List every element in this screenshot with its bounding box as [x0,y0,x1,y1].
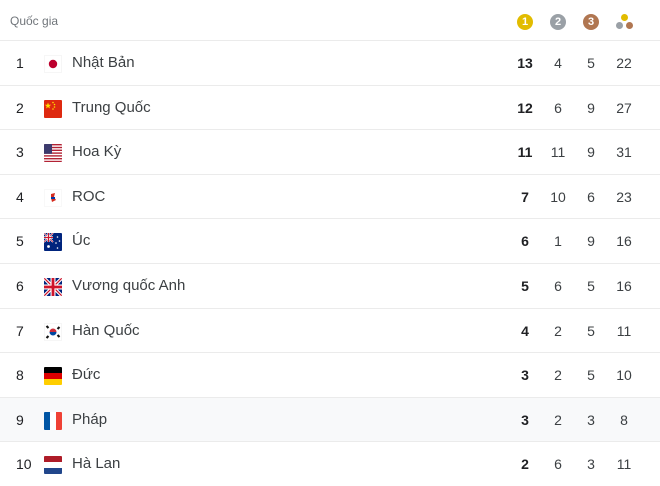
silver-medal-icon: 2 [550,14,566,30]
silver-count: 6 [554,99,562,116]
total-count: 22 [616,55,632,71]
total-count: 11 [616,456,632,473]
total-count: 31 [616,144,632,161]
table-row[interactable]: 1 Nhật Bản 13 4 5 22 [0,40,660,85]
japan-flag-icon [44,55,62,73]
country-name[interactable]: ROC [72,188,105,205]
bronze-count: 3 [587,411,595,428]
country-name[interactable]: Vương quốc Anh [72,277,185,294]
medal-rows: 1 Nhật Bản 13 4 5 22 2 Trung Quốc 12 6 9… [0,40,660,486]
table-row[interactable]: 2 Trung Quốc 12 6 9 27 [0,84,660,130]
gold-count: 7 [521,188,529,205]
silver-count: 6 [554,456,562,473]
table-row[interactable]: 10 Hà Lan 2 6 3 11 [0,441,660,486]
silver-count: 2 [554,322,562,339]
silver-count: 11 [550,144,566,161]
total-count: 23 [616,188,632,205]
country-name[interactable]: Hà Lan [72,455,120,472]
gold-count: 5 [521,277,529,294]
country-column-header: Quốc gia [10,14,59,28]
bronze-count: 5 [587,367,595,384]
total-count: 11 [616,322,632,339]
country-name[interactable]: Hàn Quốc [72,322,140,339]
china-flag-icon [44,99,62,118]
country-name[interactable]: Pháp [72,411,107,428]
table-row[interactable]: 6 Vương quốc Anh 5 6 5 16 [0,262,660,308]
uk-flag-icon [44,277,62,296]
rank: 1 [16,55,24,71]
silver-count: 4 [554,55,562,71]
usa-flag-icon [44,144,62,163]
silver-count: 2 [554,367,562,384]
total-count: 10 [616,367,632,384]
total-count: 16 [616,233,632,250]
south-korea-flag-icon [44,322,62,341]
country-name[interactable]: Nhật Bản [72,54,135,71]
rank: 4 [16,188,24,205]
rank: 5 [16,233,24,250]
gold-count: 3 [521,411,529,428]
rank: 3 [16,144,24,161]
total-count: 27 [616,99,632,116]
silver-count: 10 [550,188,566,205]
gold-count: 3 [521,367,529,384]
country-name[interactable]: Trung Quốc [72,99,151,116]
bronze-count: 9 [587,99,595,116]
bronze-count: 5 [587,277,595,294]
bronze-count: 9 [587,144,595,161]
table-row[interactable]: 5 Úc 6 1 9 16 [0,218,660,263]
table-row[interactable]: 4 ROC 7 10 6 23 [0,173,660,219]
country-name[interactable]: Đức [72,366,100,383]
silver-count: 2 [554,411,562,428]
rank: 9 [16,411,24,428]
table-row[interactable]: 9 Pháp 3 2 3 8 [0,396,660,442]
silver-count: 6 [554,277,562,294]
table-row[interactable]: 3 Hoa Kỳ 11 11 9 31 [0,129,660,174]
rank: 2 [16,99,24,116]
gold-count: 11 [517,144,533,161]
bronze-count: 5 [587,55,595,71]
table-row[interactable]: 8 Đức 3 2 5 10 [0,352,660,397]
country-name[interactable]: Hoa Kỳ [72,143,121,160]
rank: 10 [16,456,32,473]
gold-count: 4 [521,322,529,339]
rank: 7 [16,322,24,339]
country-name[interactable]: Úc [72,232,90,249]
bronze-count: 3 [587,456,595,473]
bronze-count: 5 [587,322,595,339]
total-medals-icon [616,14,634,32]
bronze-medal-icon: 3 [583,14,599,30]
gold-count: 12 [517,99,533,116]
rank: 8 [16,367,24,384]
gold-count: 6 [521,233,529,250]
france-flag-icon [44,411,62,430]
gold-count: 13 [517,55,533,71]
australia-flag-icon [44,233,62,252]
medal-table: Quốc gia 1 2 3 1 Nhật Bản 13 4 5 22 2 Tr… [0,0,660,475]
gold-count: 2 [521,456,529,473]
gold-medal-icon: 1 [517,14,533,30]
bronze-count: 6 [587,188,595,205]
rank: 6 [16,277,24,294]
roc-flag-icon [44,188,62,207]
bronze-count: 9 [587,233,595,250]
silver-count: 1 [554,233,562,250]
germany-flag-icon [44,367,62,386]
total-count: 16 [616,277,632,294]
total-count: 8 [620,411,628,428]
table-header: Quốc gia 1 2 3 [0,0,660,40]
netherlands-flag-icon [44,456,62,475]
table-row[interactable]: 7 Hàn Quốc 4 2 5 11 [0,307,660,353]
